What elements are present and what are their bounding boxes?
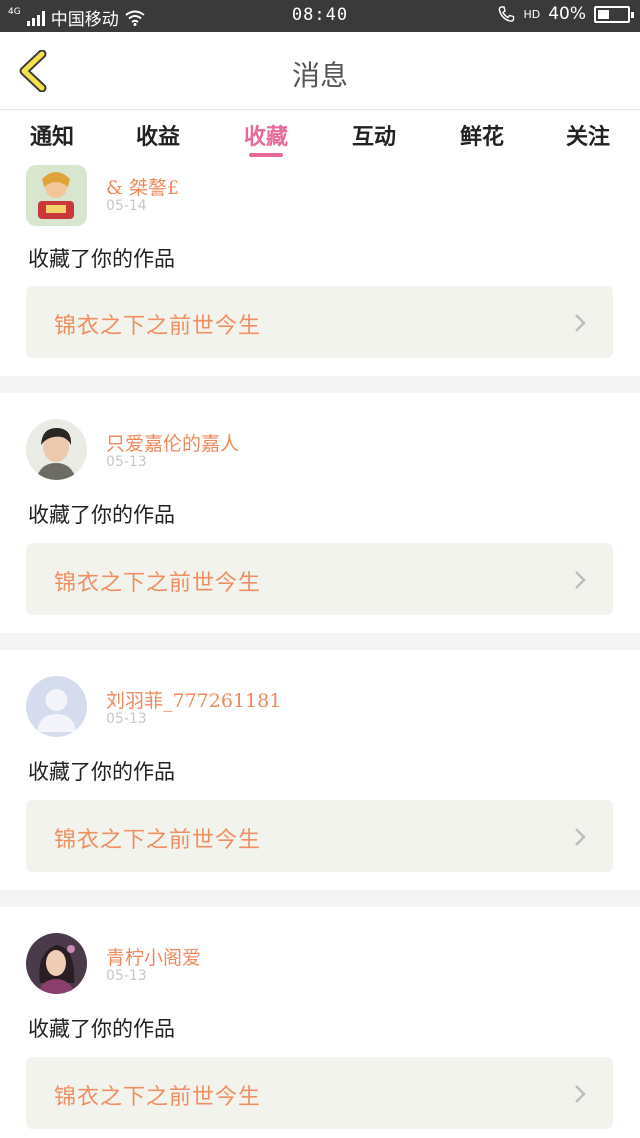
tab-bar: 通知 收益 收藏 互动 鲜花 关注 bbox=[0, 111, 640, 161]
list-item: & 桀謷£ 05-14 收藏了你的作品 锦衣之下之前世今生 bbox=[0, 161, 640, 401]
work-link[interactable]: 锦衣之下之前世今生 bbox=[26, 286, 613, 358]
battery-icon bbox=[594, 5, 634, 23]
message-date: 05-13 bbox=[106, 968, 147, 984]
work-link[interactable]: 锦衣之下之前世今生 bbox=[26, 800, 613, 872]
hd-badge: HD bbox=[523, 7, 541, 21]
message-text: 收藏了你的作品 bbox=[28, 1017, 175, 1041]
work-link[interactable]: 锦衣之下之前世今生 bbox=[26, 543, 613, 615]
top-navbar: 消息 bbox=[0, 32, 640, 110]
page-title: 消息 bbox=[291, 59, 348, 92]
avatar[interactable] bbox=[26, 933, 87, 994]
message-date: 05-13 bbox=[106, 454, 147, 470]
work-title: 锦衣之下之前世今生 bbox=[54, 828, 262, 853]
message-text: 收藏了你的作品 bbox=[28, 503, 175, 527]
username[interactable]: & 桀謷£ bbox=[106, 173, 179, 200]
message-date: 05-13 bbox=[106, 711, 147, 727]
message-text: 收藏了你的作品 bbox=[28, 760, 175, 784]
phone-icon bbox=[499, 6, 515, 22]
work-title: 锦衣之下之前世今生 bbox=[54, 314, 262, 339]
avatar[interactable] bbox=[26, 165, 87, 226]
chevron-right-icon bbox=[575, 828, 586, 846]
tab-earnings[interactable]: 收益 bbox=[118, 119, 198, 151]
divider bbox=[0, 633, 640, 650]
work-title: 锦衣之下之前世今生 bbox=[54, 1085, 262, 1110]
message-text: 收藏了你的作品 bbox=[28, 247, 175, 271]
battery-fill bbox=[598, 9, 609, 19]
divider bbox=[0, 376, 640, 393]
avatar[interactable] bbox=[26, 419, 87, 480]
divider bbox=[0, 890, 640, 907]
username[interactable]: 只爱嘉伦的嘉人 bbox=[106, 429, 239, 456]
list-item: 刘羽菲_777261181 05-13 收藏了你的作品 锦衣之下之前世今生 bbox=[0, 650, 640, 890]
list-item: 青柠小阁爱 05-13 收藏了你的作品 锦衣之下之前世今生 bbox=[0, 907, 640, 1138]
tab-notifications[interactable]: 通知 bbox=[12, 119, 92, 151]
message-date: 05-14 bbox=[106, 198, 147, 214]
active-tab-indicator bbox=[249, 153, 283, 157]
username[interactable]: 刘羽菲_777261181 bbox=[106, 686, 281, 713]
chevron-right-icon bbox=[575, 571, 586, 589]
status-bar: 4G 中国移动 08:40 HD 40% bbox=[0, 0, 640, 32]
tab-favorites[interactable]: 收藏 bbox=[226, 119, 306, 151]
work-title: 锦衣之下之前世今生 bbox=[54, 571, 262, 596]
chevron-right-icon bbox=[575, 314, 586, 332]
chevron-right-icon bbox=[575, 1085, 586, 1103]
list-item: 只爱嘉伦的嘉人 05-13 收藏了你的作品 锦衣之下之前世今生 bbox=[0, 393, 640, 633]
tab-follows[interactable]: 关注 bbox=[548, 119, 628, 151]
work-link[interactable]: 锦衣之下之前世今生 bbox=[26, 1057, 613, 1129]
avatar[interactable] bbox=[26, 676, 87, 737]
username[interactable]: 青柠小阁爱 bbox=[106, 943, 201, 970]
battery-text: 40% bbox=[548, 4, 586, 24]
tab-interactions[interactable]: 互动 bbox=[334, 119, 414, 151]
status-right: HD 40% bbox=[497, 4, 634, 24]
tab-flowers[interactable]: 鲜花 bbox=[442, 119, 522, 151]
